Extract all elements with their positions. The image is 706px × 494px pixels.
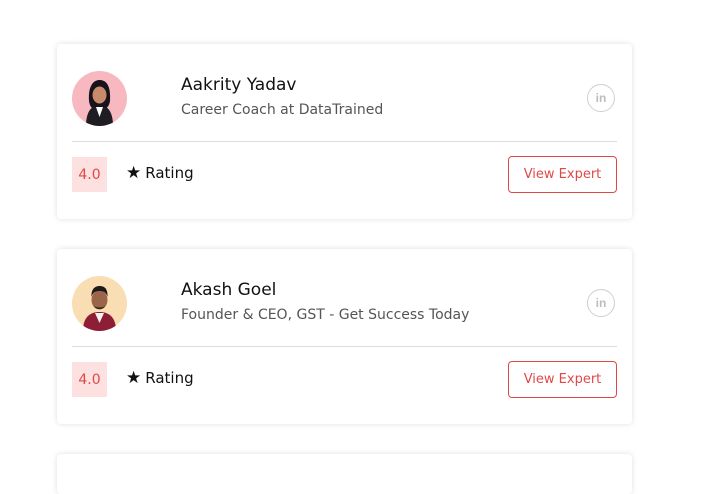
rating: ★ Rating (126, 164, 194, 182)
expert-card: Akash Goel Founder & CEO, GST - Get Succ… (57, 249, 632, 424)
linkedin-icon[interactable]: in (587, 84, 615, 112)
rating-score-badge: 4.0 (72, 157, 107, 192)
avatar (72, 71, 127, 126)
avatar (72, 276, 127, 331)
star-icon: ★ (126, 162, 142, 183)
divider (72, 141, 617, 142)
view-expert-button[interactable]: View Expert (508, 361, 617, 398)
expert-card: Aakrity Yadav Career Coach at DataTraine… (57, 44, 632, 219)
rating-label: Rating (145, 369, 194, 387)
expert-title: Career Coach at DataTrained (181, 102, 384, 118)
rating: ★ Rating (126, 369, 194, 387)
view-expert-button[interactable]: View Expert (508, 156, 617, 193)
rating-label: Rating (145, 164, 194, 182)
divider (72, 346, 617, 347)
rating-score-badge: 4.0 (72, 362, 107, 397)
expert-name: Aakrity Yadav (181, 75, 297, 95)
star-icon: ★ (126, 367, 142, 388)
linkedin-icon[interactable]: in (587, 289, 615, 317)
expert-name: Akash Goel (181, 280, 277, 300)
expert-card (57, 454, 632, 494)
expert-title: Founder & CEO, GST - Get Success Today (181, 307, 470, 323)
